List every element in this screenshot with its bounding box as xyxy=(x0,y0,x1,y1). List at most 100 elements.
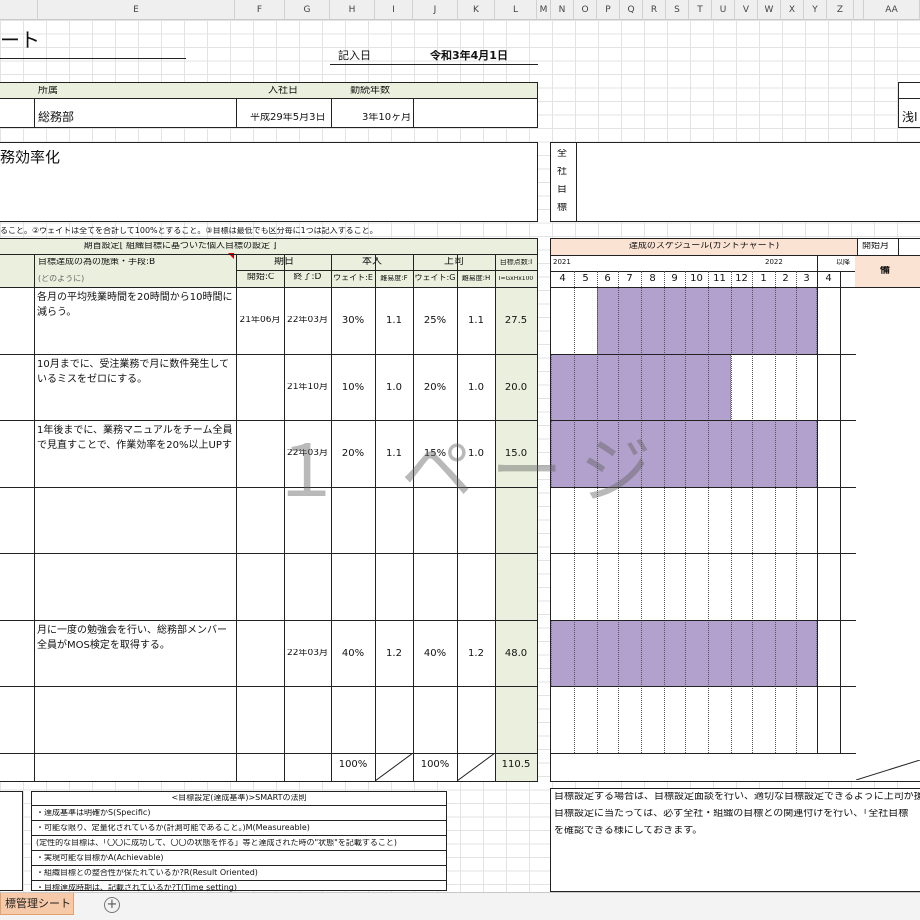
column-header-Y[interactable]: Y xyxy=(804,0,827,20)
start-label: 開始:C xyxy=(246,273,275,282)
row6-wg[interactable]: 40% xyxy=(413,649,457,659)
column-header-Q[interactable]: Q xyxy=(620,0,643,20)
column-header-U[interactable]: U xyxy=(712,0,735,20)
score-label: 目標点数:I xyxy=(499,259,533,266)
column-header-R[interactable]: R xyxy=(643,0,666,20)
tenure-value[interactable]: 3年10ヶ月 xyxy=(362,113,411,123)
row6-end[interactable]: 22年03月 xyxy=(284,649,331,658)
column-header-H[interactable]: H xyxy=(330,0,375,20)
month-header-7: 10 xyxy=(690,274,703,284)
instruction-note: ること。②ウェイトは全てを合計して100%とすること。③目標は最低でも区分毎に1… xyxy=(0,227,378,235)
smart-title: <目標設定(達成基準)>SMARTの法則 xyxy=(171,794,307,802)
year-2022: 2022 xyxy=(765,259,783,266)
row6-score[interactable]: 48.0 xyxy=(495,649,537,659)
column-header-S[interactable]: S xyxy=(666,0,689,20)
sheet-title: ート xyxy=(0,30,40,50)
dept-value[interactable]: 総務部 xyxy=(38,111,74,123)
month-header-10: 1 xyxy=(760,274,767,284)
self-label: 本人 xyxy=(362,257,382,267)
row4-measure[interactable] xyxy=(37,490,233,522)
column-header-M[interactable]: M xyxy=(537,0,551,20)
smart-item-6: ・目標達成時期は、記載されているか?T(Time setting) xyxy=(36,884,237,892)
row1-measure[interactable]: 各月の平均残業時間を20時間から10時間に減らう。 xyxy=(37,290,233,322)
bottom-note-line-2: 目標設定に当たっては、必ず全社・組織の目標との関連付けを行い、「全社目標 xyxy=(554,809,909,819)
total-weight-e: 100% xyxy=(338,760,368,770)
company-goal-box[interactable] xyxy=(550,142,920,222)
row2-dh[interactable]: 1.0 xyxy=(457,383,495,393)
column-header-F[interactable]: F xyxy=(235,0,285,20)
row2-measure[interactable]: 10月までに、受注業務で月に数件発生しているミスをゼロにする。 xyxy=(37,357,233,389)
column-header-W[interactable]: W xyxy=(758,0,781,20)
row1-we[interactable]: 30% xyxy=(331,316,375,326)
smart-item-3: (定性的な目標は、「〇〇に成功して、〇〇の状態を作る」等と達成された時の"状態"… xyxy=(36,839,397,847)
row6-measure[interactable]: 月に一度の勉強会を行い、総務部メンバー全員がMOS検定を取得する。 xyxy=(37,623,233,655)
column-header-blank0[interactable] xyxy=(0,0,38,20)
after-label: 以降 xyxy=(836,259,850,266)
month-header-2: 5 xyxy=(582,274,589,284)
column-header-Z[interactable]: Z xyxy=(827,0,854,20)
smart-item-4: ・実現可能な目標かA(Achievable) xyxy=(36,854,164,862)
dept-label: 所属 xyxy=(38,86,58,96)
theme-text: 務効率化 xyxy=(0,150,61,165)
add-sheet-icon[interactable]: + xyxy=(104,897,120,913)
month-header-13: 4 xyxy=(825,274,832,284)
bottom-note-line-1: 目標設定する場合は、目標設定面談を行い、適切な目標設定できるように上司が援助、指 xyxy=(554,792,920,802)
row1-wg[interactable]: 25% xyxy=(413,316,457,326)
row3-measure[interactable]: 1年後までに、業務マニュアルをチーム全員で見直すことで、作業効率を20%以上UP… xyxy=(37,423,233,455)
gantt-title: 達成のスケジュール(ガントチャート) xyxy=(628,242,780,251)
row6-df[interactable]: 1.2 xyxy=(375,649,413,659)
column-header-J[interactable]: J xyxy=(413,0,458,20)
gantt-bar-4[interactable] xyxy=(551,620,817,686)
row1-end[interactable]: 22年03月 xyxy=(284,316,331,325)
column-header-P[interactable]: P xyxy=(597,0,620,20)
column-header-bar: E F G H I J K L M N O P Q R S T U V W X Y Z AA xyxy=(0,0,920,20)
column-header-AA[interactable]: AA xyxy=(864,0,920,20)
company-goal-label-4: 標 xyxy=(557,203,567,213)
row6-dh[interactable]: 1.2 xyxy=(457,649,495,659)
row2-score[interactable]: 20.0 xyxy=(495,383,537,393)
row2-end[interactable]: 21年10月 xyxy=(284,383,331,392)
column-header-V[interactable]: V xyxy=(735,0,758,20)
row1-score[interactable]: 27.5 xyxy=(495,316,537,326)
row1-df[interactable]: 1.1 xyxy=(375,316,413,326)
remarks-label: 備 xyxy=(880,266,890,276)
row2-wg[interactable]: 20% xyxy=(413,383,457,393)
column-header-O[interactable]: O xyxy=(574,0,597,20)
smart-item-5: ・組織目標との整合性が保たれているか?R(Result Oriented) xyxy=(36,869,258,877)
column-header-blank23[interactable] xyxy=(854,0,864,20)
column-header-K[interactable]: K xyxy=(458,0,495,20)
column-header-L[interactable]: L xyxy=(495,0,537,20)
column-header-N[interactable]: N xyxy=(551,0,574,20)
diff-f-label: 難易度:F xyxy=(380,275,408,282)
month-header-1: 4 xyxy=(559,274,566,284)
column-header-T[interactable]: T xyxy=(689,0,712,20)
gantt-bar-1[interactable] xyxy=(597,288,817,354)
month-header-6: 9 xyxy=(671,274,678,284)
row1-dh[interactable]: 1.1 xyxy=(457,316,495,326)
month-header-9: 12 xyxy=(735,274,748,284)
column-header-G[interactable]: G xyxy=(285,0,330,20)
total-weight-g: 100% xyxy=(420,760,450,770)
row1-start[interactable]: 21年06月 xyxy=(236,316,284,325)
month-header-3: 6 xyxy=(604,274,611,284)
score-formula: I=GxHx100 xyxy=(498,276,534,282)
join-date-label: 入社日 xyxy=(268,86,298,96)
sheet-tab-bar: 標管理シート + xyxy=(0,892,920,920)
sheet-tab-active[interactable]: 標管理シート xyxy=(0,893,74,915)
total-score: 110.5 xyxy=(501,760,531,770)
column-header-E[interactable]: E xyxy=(38,0,235,20)
measure-label: 目標達成の為の施策・手段:B xyxy=(38,258,156,267)
row2-we[interactable]: 10% xyxy=(331,383,375,393)
column-header-X[interactable]: X xyxy=(781,0,804,20)
row2-df[interactable]: 1.0 xyxy=(375,383,413,393)
theme-box[interactable] xyxy=(0,142,538,222)
company-goal-label-2: 社 xyxy=(557,167,567,177)
row6-we[interactable]: 40% xyxy=(331,649,375,659)
row5-measure[interactable] xyxy=(37,556,233,588)
start-month-label: 開始月 xyxy=(862,242,890,251)
row7-measure[interactable] xyxy=(37,689,233,721)
weight-e-label: ウェイト:E xyxy=(333,274,373,282)
column-header-I[interactable]: I xyxy=(375,0,413,20)
month-header-4: 7 xyxy=(626,274,633,284)
join-date-value[interactable]: 平成29年5月3日 xyxy=(250,113,325,123)
